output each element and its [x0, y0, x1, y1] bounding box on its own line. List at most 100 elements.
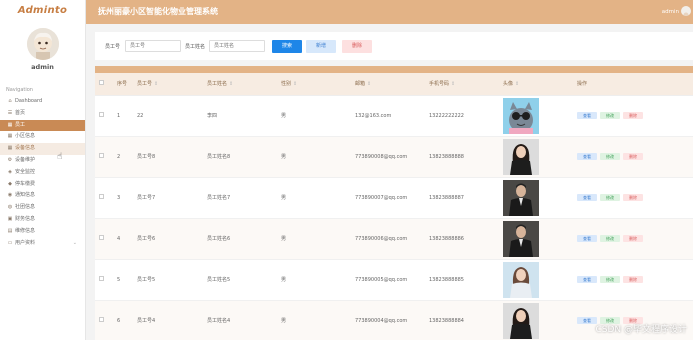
sidebar-item-label: 维修信息 — [15, 227, 36, 234]
cell-phone: 13823888887 — [425, 177, 499, 219]
row-checkbox[interactable] — [95, 136, 113, 178]
chevron-down-icon[interactable]: ⌄ — [73, 238, 77, 250]
sidebar-item-4[interactable]: ▦ 设备信息 — [0, 143, 85, 155]
cell-gender: 男 — [277, 300, 351, 340]
cell-email: 773890004@qq.com — [351, 300, 425, 340]
sidebar-item-3[interactable]: ▦ 小区信息 — [0, 131, 85, 143]
sort-icon[interactable]: ⇕ — [229, 81, 233, 87]
app-logo[interactable]: Adminto — [0, 0, 85, 22]
sidebar-item-5[interactable]: ⚙ 设备维护 — [0, 155, 85, 167]
employee-id-label: 员工号 — [105, 44, 121, 50]
sidebar-item-9[interactable]: ◍ 社团信息 — [0, 202, 85, 214]
col-header-email[interactable]: 邮箱 ⇕ — [351, 73, 425, 96]
nav-section-title: Navigation — [6, 87, 33, 93]
header-username[interactable]: admin — [662, 0, 679, 24]
col-header-employee-name[interactable]: 员工姓名 ⇕ — [203, 73, 277, 96]
cell-actions: 查看 修改 删除 — [573, 259, 693, 301]
list-icon: ☰ — [7, 109, 13, 116]
delete-row-button[interactable]: 删除 — [623, 235, 643, 242]
cell-employee-name: 员工姓名4 — [203, 300, 277, 340]
table-row[interactable]: 3 员工号7 员工姓名7 男 773890007@qq.com 13823888887 查看… — [95, 177, 693, 219]
sidebar-item-label: 停车缴费 — [15, 180, 36, 187]
employee-avatar-image — [503, 220, 539, 257]
edit-button[interactable]: 修改 — [600, 194, 620, 201]
cell-email: 773890005@qq.com — [351, 259, 425, 301]
cell-avatar — [499, 95, 573, 137]
cell-employee-name: 员工姓名6 — [203, 218, 277, 260]
avatar[interactable] — [26, 28, 59, 60]
employee-name-input[interactable] — [209, 40, 265, 52]
grid-icon: ▦ — [7, 133, 13, 140]
col-header-actions: 操作 — [573, 73, 693, 96]
delete-row-button[interactable]: 删除 — [623, 153, 643, 160]
sidebar-item-7[interactable]: ◆ 停车缴费 — [0, 179, 85, 191]
sort-icon[interactable]: ⇕ — [515, 81, 519, 87]
view-button[interactable]: 查看 — [577, 276, 597, 283]
cell-avatar — [499, 300, 573, 340]
col-header-gender[interactable]: 性别 ⇕ — [277, 73, 351, 96]
sidebar-item-0[interactable]: ⌂ Dashboard — [0, 96, 85, 108]
cell-phone: 13823888886 — [425, 218, 499, 260]
sidebar-item-2[interactable]: ▦ 员工 — [0, 119, 85, 132]
cell-avatar — [499, 136, 573, 178]
sort-icon[interactable]: ⇕ — [451, 81, 455, 87]
select-all-checkbox[interactable] — [95, 73, 113, 96]
delete-button[interactable]: 删除 — [342, 40, 372, 53]
delete-row-button[interactable]: 删除 — [623, 112, 643, 119]
cell-phone: 13222222222 — [425, 95, 499, 137]
row-checkbox[interactable] — [95, 218, 113, 260]
sidebar-item-1[interactable]: ☰ 首页 — [0, 108, 85, 120]
search-button[interactable]: 搜索 — [272, 40, 302, 53]
sidebar-item-label: 通知信息 — [15, 192, 36, 199]
row-checkbox[interactable] — [95, 300, 113, 340]
table-row[interactable]: 1 22 李四男 132@163.com 13222222222 查看 修改 删除 — [95, 95, 693, 137]
col-header-avatar[interactable]: 头像 ⇕ — [499, 73, 573, 96]
table-row[interactable]: 4 员工号6 员工姓名6 男 773890006@qq.com 13823888886 查看… — [95, 218, 693, 260]
view-button[interactable]: 查看 — [577, 112, 597, 119]
mouse-cursor-icon: ☝ — [57, 152, 63, 162]
cell-actions: 查看 修改 删除 — [573, 95, 693, 137]
sort-icon[interactable]: ⇕ — [293, 81, 297, 87]
view-button[interactable]: 查看 — [577, 317, 597, 324]
sidebar-item-12[interactable]: ▭ 用户资料 ⌄ — [0, 238, 85, 250]
sidebar-item-8[interactable]: ◉ 通知信息 — [0, 190, 85, 202]
edit-button[interactable]: 修改 — [600, 112, 620, 119]
employee-table: 序号 员工号 ⇕ 员工姓名 ⇕ 性别 ⇕ 邮箱 ⇕ 手机号码 ⇕ 头像 ⇕ 操作 1 22 李四… — [95, 73, 693, 340]
sidebar-item-label: 社团信息 — [15, 204, 36, 211]
col-header-employee-id[interactable]: 员工号 ⇕ — [133, 73, 203, 96]
view-button[interactable]: 查看 — [577, 153, 597, 160]
employee-avatar-image — [503, 179, 539, 216]
row-checkbox[interactable] — [95, 177, 113, 219]
edit-button[interactable]: 修改 — [600, 276, 620, 283]
cell-gender: 男 — [277, 218, 351, 260]
table-row[interactable]: 5 员工号5 员工姓名5 男 773890005@qq.com 13823888885 查看… — [95, 259, 693, 301]
cell-employee-id: 员工号5 — [133, 259, 203, 301]
header-avatar[interactable] — [681, 6, 691, 16]
people-icon: ◍ — [7, 204, 13, 211]
sort-icon[interactable]: ⇕ — [367, 81, 371, 87]
cell-phone: 13823888884 — [425, 300, 499, 340]
cell-gender: 男 — [277, 177, 351, 219]
sidebar-item-6[interactable]: ◈ 安全监控 — [0, 167, 85, 179]
sidebar-item-label: 小区信息 — [15, 133, 36, 140]
row-checkbox[interactable] — [95, 259, 113, 301]
edit-button[interactable]: 修改 — [600, 153, 620, 160]
app-title: 抚州丽豪小区智能化物业管理系统 — [98, 7, 218, 16]
row-checkbox[interactable] — [95, 95, 113, 137]
cell-index: 6 — [113, 300, 133, 340]
edit-button[interactable]: 修改 — [600, 235, 620, 242]
cell-employee-id: 员工号6 — [133, 218, 203, 260]
employee-id-input[interactable] — [125, 40, 181, 52]
cell-employee-name: 员工姓名8 — [203, 136, 277, 178]
add-button[interactable]: 新增 — [306, 40, 336, 53]
delete-row-button[interactable]: 删除 — [623, 194, 643, 201]
view-button[interactable]: 查看 — [577, 194, 597, 201]
view-button[interactable]: 查看 — [577, 235, 597, 242]
sidebar-item-10[interactable]: ▣ 财务信息 — [0, 214, 85, 226]
table-row[interactable]: 2 员工号8 员工姓名8 男 773890008@qq.com 13823888888 查看… — [95, 136, 693, 178]
col-header-phone[interactable]: 手机号码 ⇕ — [425, 73, 499, 96]
sort-icon[interactable]: ⇕ — [154, 81, 158, 87]
delete-row-button[interactable]: 删除 — [623, 276, 643, 283]
watermark: CSDN @毕文程序设计 — [595, 325, 687, 335]
sidebar-item-11[interactable]: ▤ 维修信息 — [0, 226, 85, 238]
